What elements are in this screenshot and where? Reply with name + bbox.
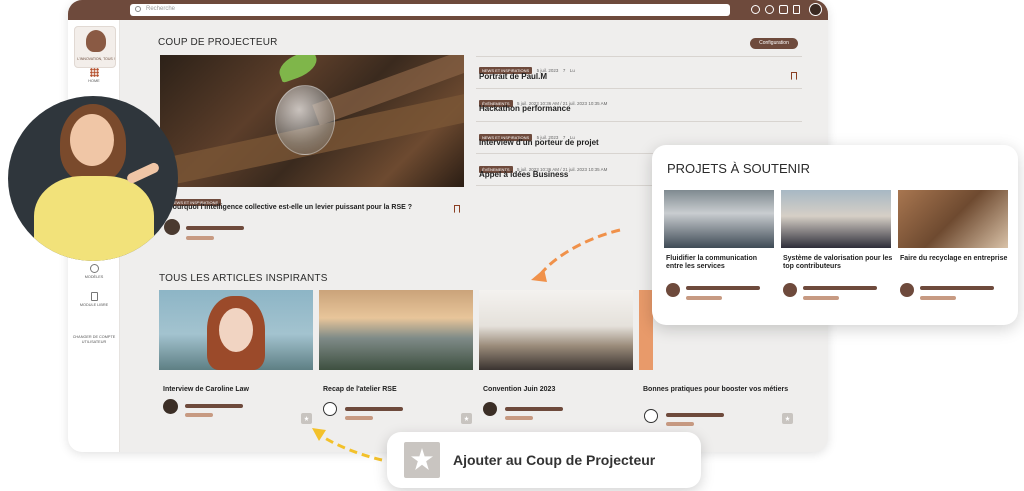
presenter-photo [8, 96, 178, 261]
notifications-icon[interactable] [779, 5, 788, 14]
news-views: 7 [562, 68, 566, 73]
author-name [185, 404, 243, 408]
author-avatar [900, 283, 914, 297]
featured-title[interactable]: Pourquoi l'intelligence collective est-e… [168, 204, 448, 211]
project-image[interactable] [664, 190, 774, 248]
brand-logo[interactable]: L'INNOVATION, TOUS ! [74, 26, 116, 68]
grid-icon [89, 68, 99, 77]
author-role [185, 413, 213, 417]
add-spotlight-callout[interactable]: Ajouter au Coup de Projecteur [387, 432, 701, 488]
article-image[interactable] [639, 290, 653, 370]
article-image[interactable] [159, 290, 313, 370]
project-image[interactable] [781, 190, 891, 248]
arrow-to-button [319, 433, 383, 462]
top-bar: Recherche [68, 0, 828, 20]
sidebar-item-label: CHANGER DE COMPTE UTILISATEUR [72, 335, 116, 344]
author-role [920, 296, 956, 300]
lightbulb-icon [89, 264, 99, 273]
configuration-button[interactable]: Configuration [750, 38, 798, 49]
clock-icon[interactable] [751, 5, 760, 14]
sidebar-item-switch-account[interactable]: CHANGER DE COMPTE UTILISATEUR [68, 335, 120, 345]
sidebar-item-label: HOME [88, 79, 100, 83]
author-avatar [163, 399, 178, 414]
sidebar-item-label: MODULE LIBRE [79, 303, 109, 307]
author-role [803, 296, 839, 300]
arrowhead [312, 428, 326, 441]
author-avatar [164, 219, 180, 235]
news-status: Lu [569, 68, 575, 73]
search-input[interactable]: Recherche [130, 4, 730, 16]
section-title-spotlight: COUP DE PROJECTEUR [158, 37, 278, 48]
sidebar-item-module-libre[interactable]: MODULE LIBRE [68, 292, 120, 308]
author-avatar [783, 283, 797, 297]
document-icon [90, 292, 98, 301]
bookmark-icon[interactable] [793, 5, 800, 14]
panel-title: PROJETS À SOUTENIR [667, 161, 811, 176]
add-spotlight-label: Ajouter au Coup de Projecteur [453, 452, 656, 468]
divider [476, 88, 802, 89]
project-image[interactable] [898, 190, 1008, 248]
author-name [666, 413, 724, 417]
sidebar-item-label: MODÈLES [84, 275, 104, 279]
news-title[interactable]: Interview d'un porteur de projet [479, 138, 599, 147]
author-role [186, 236, 214, 240]
sidebar-item-home[interactable]: HOME [68, 68, 120, 84]
news-title[interactable]: Appel à idées Business [479, 170, 568, 179]
project-title[interactable]: Fluidifier la communication entre les se… [666, 255, 776, 271]
project-title[interactable]: Système de valorisation pour les top con… [783, 255, 893, 271]
author-name [686, 286, 760, 290]
star-icon [404, 442, 440, 478]
arrows-overlay [312, 228, 621, 462]
sidebar-item-modeles[interactable]: MODÈLES [68, 264, 120, 280]
project-title[interactable]: Faire du recyclage en entreprise [900, 255, 1010, 263]
author-name [186, 226, 244, 230]
user-avatar[interactable] [809, 3, 822, 16]
article-title[interactable]: Bonnes pratiques pour booster vos métier… [643, 386, 793, 394]
author-role [686, 296, 722, 300]
divider [476, 121, 802, 122]
featured-image[interactable] [160, 55, 464, 187]
author-name [920, 286, 994, 290]
news-title[interactable]: Hackathon performance [479, 104, 571, 113]
author-role [666, 422, 694, 426]
projects-panel: PROJETS À SOUTENIR Fluidifier la communi… [652, 145, 1018, 325]
author-name [803, 286, 877, 290]
arrow-to-articles [538, 228, 621, 276]
help-icon[interactable] [765, 5, 774, 14]
article-title[interactable]: Interview de Caroline Law [163, 386, 313, 394]
search-placeholder: Recherche [146, 6, 176, 12]
add-spotlight-button[interactable] [782, 413, 793, 424]
author-avatar [644, 409, 658, 423]
divider [476, 56, 802, 57]
author-avatar [666, 283, 680, 297]
news-title[interactable]: Portrait de Paul.M [479, 72, 547, 81]
search-icon [135, 6, 141, 12]
